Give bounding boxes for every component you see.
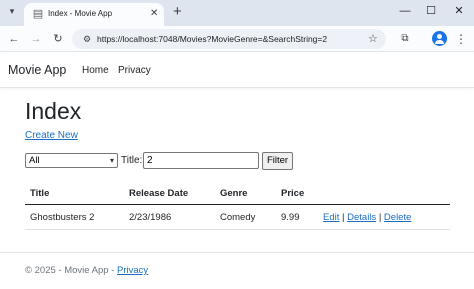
new-tab-icon[interactable]: + — [173, 4, 182, 20]
footer: © 2025 - Movie App - Privacy — [25, 265, 148, 277]
cell-title: Ghostbusters 2 — [30, 212, 95, 223]
column-header-release-date: Release Date — [129, 188, 189, 199]
browser-tab[interactable]: ▤ Index - Movie App ✕ — [24, 3, 164, 26]
tab-title: Index - Movie App — [48, 9, 113, 18]
column-header-title: Title — [30, 188, 50, 199]
profile-avatar-icon[interactable] — [432, 31, 447, 46]
cell-genre: Comedy — [220, 212, 256, 223]
table-row-divider — [25, 229, 450, 230]
reload-icon[interactable]: ↻ — [51, 32, 65, 46]
chevron-down-icon: ▾ — [109, 156, 114, 165]
footer-privacy-link[interactable]: Privacy — [117, 265, 148, 276]
maximize-icon[interactable]: ☐ — [424, 4, 438, 18]
action-separator: | — [378, 212, 382, 223]
genre-select[interactable]: All ▾ — [25, 153, 118, 168]
filter-button[interactable]: Filter — [262, 152, 293, 170]
genre-select-value: All — [29, 155, 40, 166]
browser-toolbar: ← → ↻ ⚙ https://localhost:7048/Movies?Mo… — [0, 26, 474, 52]
footer-text: © 2025 - Movie App - — [25, 265, 118, 276]
column-header-genre: Genre — [220, 188, 248, 199]
table-header-divider — [25, 204, 450, 205]
cell-price: 9.99 — [281, 212, 300, 223]
cell-release-date: 2/23/1986 — [129, 212, 172, 223]
address-bar[interactable]: ⚙ https://localhost:7048/Movies?MovieGen… — [72, 29, 386, 49]
create-new-link[interactable]: Create New — [25, 129, 78, 142]
back-icon[interactable]: ← — [7, 32, 21, 46]
forward-icon[interactable]: → — [29, 32, 43, 46]
tab-close-icon[interactable]: ✕ — [150, 8, 158, 20]
close-window-icon[interactable]: ✕ — [452, 4, 466, 18]
delete-link[interactable]: Delete — [384, 212, 411, 223]
edit-link[interactable]: Edit — [323, 212, 339, 223]
row-actions: Edit | Details | Delete — [323, 212, 411, 224]
title-label: Title: — [121, 155, 143, 166]
page-icon: ▤ — [32, 8, 44, 20]
column-header-price: Price — [281, 188, 305, 199]
minimize-icon[interactable]: — — [398, 4, 412, 18]
browser-menu-icon[interactable]: ⋮ — [454, 32, 468, 46]
extensions-icon[interactable]: ⧉ — [398, 32, 412, 46]
nav-privacy-link[interactable]: Privacy — [118, 65, 151, 77]
brand-link[interactable]: Movie App — [8, 63, 66, 78]
details-link[interactable]: Details — [347, 212, 376, 223]
action-separator: | — [342, 212, 345, 223]
site-info-icon[interactable]: ⚙ — [81, 33, 93, 45]
footer-divider — [0, 252, 474, 253]
bookmark-star-icon[interactable]: ☆ — [368, 32, 378, 46]
page-title: Index — [25, 98, 82, 124]
tab-search-icon[interactable]: ▾ — [5, 4, 19, 18]
address-url[interactable]: https://localhost:7048/Movies?MovieGenre… — [97, 33, 327, 45]
site-navbar: Movie App Home Privacy — [0, 52, 474, 88]
nav-home-link[interactable]: Home — [82, 65, 109, 77]
title-search-input[interactable] — [143, 152, 259, 169]
browser-tab-strip: ▾ ▤ Index - Movie App ✕ + — ☐ ✕ — [0, 0, 474, 26]
